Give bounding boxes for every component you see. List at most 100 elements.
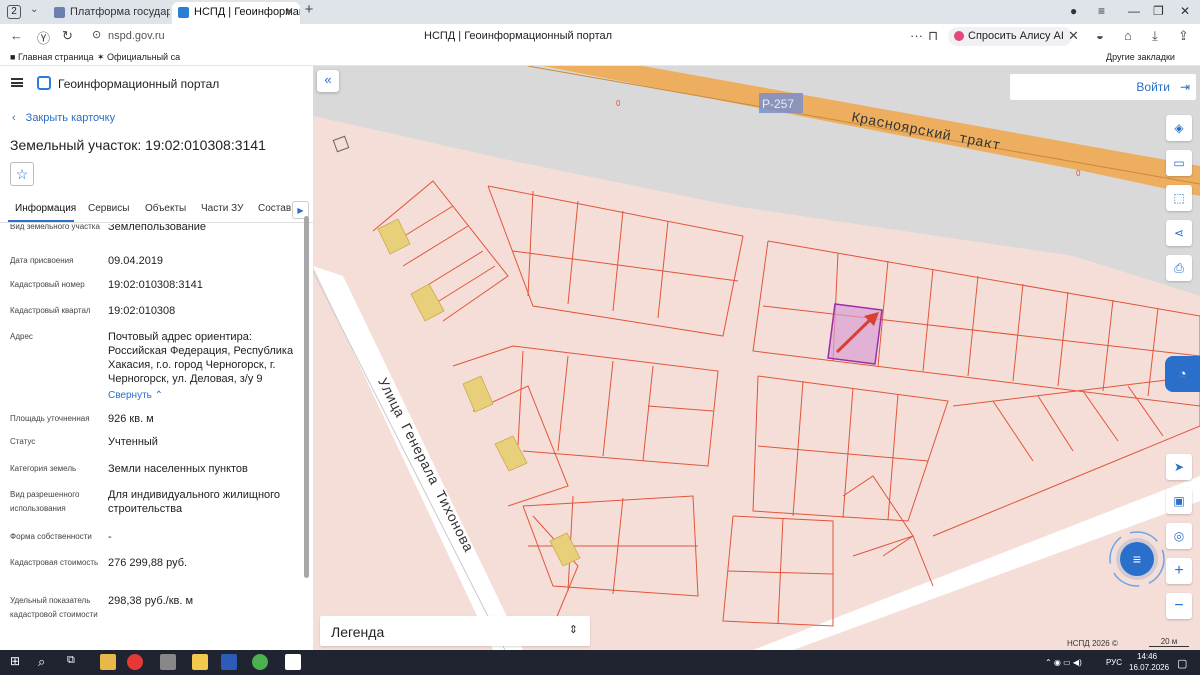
login-button[interactable]: Войти ⇥ — [1010, 74, 1196, 100]
share-button[interactable]: ⋖ — [1166, 220, 1192, 246]
bookmark-icon[interactable]: ⊓ — [928, 28, 938, 44]
property-value: Почтовый адрес ориентира: Российская Фед… — [108, 331, 294, 385]
notes-icon[interactable] — [192, 654, 208, 670]
address-bar: ← Ⓨ ↻ ⊙ nspd.gov.ru НСПД | Геоинформацио… — [0, 24, 1200, 48]
tab-objects[interactable]: Объекты — [145, 203, 186, 214]
document-icon[interactable] — [285, 654, 301, 670]
zoom-out-button[interactable]: − — [1166, 593, 1192, 619]
language-indicator[interactable]: РУС — [1106, 658, 1122, 667]
browser-tab-gosuslugi[interactable]: Платформа государствен — [48, 2, 170, 24]
parcel-marker-label: 0 — [616, 99, 621, 108]
tab-services[interactable]: Сервисы — [88, 203, 129, 214]
layers-button[interactable]: ◈ — [1166, 115, 1192, 141]
windows-start-icon[interactable]: ⊞ — [10, 654, 26, 670]
property-value: 926 кв. м — [108, 413, 154, 425]
tab-information[interactable]: Информация — [15, 203, 76, 214]
close-card-link[interactable]: ‹ Закрыть карточку — [12, 112, 125, 124]
legend-dropdown[interactable]: Легенда ⇕ — [320, 616, 590, 646]
clock-time[interactable]: 14:46 — [1137, 652, 1157, 661]
file-explorer-icon[interactable] — [100, 654, 116, 670]
map-canvas[interactable]: Р-257 Красноярский тракт Улица Генерала … — [313, 66, 1200, 650]
extension-icon[interactable]: ✕ — [1068, 28, 1079, 44]
download-icon[interactable]: ◒ — [1096, 28, 1104, 43]
tab-count-badge[interactable]: 2 — [7, 5, 21, 19]
property-value: 09.04.2019 — [108, 255, 164, 267]
downloads-icon[interactable]: ⤓ — [1152, 28, 1158, 44]
minimize-icon[interactable]: — — [1128, 4, 1140, 18]
notifications-icon[interactable]: ▢ — [1177, 657, 1187, 670]
panel-tabs: Информация Сервисы Объекты Части ЗУ Сост… — [0, 198, 313, 223]
ask-alice-button[interactable]: Спросить Алису AI — [948, 27, 1072, 46]
menu-icon[interactable]: ≡ — [1098, 4, 1105, 18]
map-view[interactable]: Р-257 Красноярский тракт Улица Генерала … — [313, 66, 1200, 650]
login-icon: ⇥ — [1179, 80, 1190, 94]
restore-icon[interactable]: ❐ — [1153, 4, 1164, 18]
bookmark-official[interactable]: ✶ Официальный са — [97, 52, 180, 63]
panel-scrollbar[interactable] — [304, 216, 309, 578]
word-icon[interactable] — [221, 654, 237, 670]
hamburger-menu-icon[interactable] — [11, 78, 23, 87]
side-panel-toggle[interactable]: ◔ — [1165, 356, 1200, 392]
profile-icon[interactable]: ● — [1070, 4, 1077, 18]
parcel-title: Земельный участок: 19:02:010308:3141 — [10, 137, 266, 153]
tab-parts[interactable]: Части ЗУ — [201, 203, 243, 214]
chevron-up-icon: ⌃ — [154, 390, 164, 401]
clock-date[interactable]: 16.07.2026 — [1129, 663, 1169, 672]
property-value: 298,38 руб./кв. м — [108, 595, 194, 607]
share-icon[interactable]: ⇪ — [1178, 28, 1189, 44]
portal-logo-icon — [37, 76, 51, 90]
collapse-panel-button[interactable]: « — [317, 70, 339, 92]
info-panel: Геоинформационный портал ‹ Закрыть карточ… — [0, 66, 313, 650]
parcel-marker-label: 0 — [1076, 169, 1081, 178]
puzzle-icon[interactable]: ⌂ — [1124, 28, 1132, 43]
other-bookmarks[interactable]: Другие закладки — [1106, 52, 1175, 62]
chevron-left-icon: ‹ — [12, 112, 16, 124]
locate-button[interactable]: ➤ — [1166, 454, 1192, 480]
bookmark-home[interactable]: ■ Главная страница — [10, 52, 93, 62]
print-button[interactable]: ⎙ — [1166, 255, 1192, 281]
url-field[interactable]: nspd.gov.ru — [108, 30, 165, 42]
property-label: Кадастровый квартал — [10, 306, 91, 315]
more-icon[interactable]: ··· — [910, 28, 923, 43]
task-view-icon[interactable]: ⧉ — [67, 654, 83, 670]
favorite-star-button[interactable]: ☆ — [10, 162, 34, 186]
back-icon[interactable]: ← — [10, 28, 23, 43]
ruler-button[interactable]: ▭ — [1166, 150, 1192, 176]
property-label: Удельный показатель кадастровой стоимост… — [10, 596, 98, 619]
tab-composition[interactable]: Состав — [258, 203, 291, 214]
chat-button[interactable]: ≡ — [1120, 542, 1154, 576]
property-value: Для индивидуального жилищного строительс… — [108, 489, 281, 515]
coat-of-arms-icon — [54, 7, 65, 18]
minimap-button[interactable]: ▣ — [1166, 488, 1192, 514]
app-icon[interactable] — [160, 654, 176, 670]
property-label: Категория земель — [10, 464, 77, 473]
windows-taskbar: ⊞ ⌕ ⧉ ⌃ ◉ ▭ ◀) РУС 14:46 16.07.2026 ▢ — [0, 650, 1200, 675]
property-value: 276 299,88 руб. — [108, 557, 188, 569]
property-value: 19:02:010308:3141 — [108, 279, 203, 291]
active-tab-indicator — [8, 220, 74, 222]
chrome-icon[interactable] — [252, 654, 268, 670]
property-label: Форма собственности — [10, 532, 92, 541]
yandex-browser-icon[interactable] — [127, 654, 143, 670]
refresh-icon[interactable]: ↻ — [62, 28, 73, 44]
zoom-in-button[interactable]: + — [1166, 558, 1192, 584]
property-label: Вид разрешенного использования — [10, 490, 80, 513]
close-tab-icon[interactable]: ✕ — [285, 5, 294, 18]
search-icon[interactable]: ⌕ — [38, 654, 54, 670]
tray-icons[interactable]: ⌃ ◉ ▭ ◀) — [1045, 658, 1082, 667]
browser-tab-nspd[interactable]: НСПД | Геоинформацио ✕ — [172, 2, 300, 24]
property-value: Землепользование — [108, 224, 207, 233]
chevron-down-icon[interactable]: ⌄ — [30, 4, 38, 15]
new-tab-button[interactable]: + — [302, 2, 316, 17]
close-window-icon[interactable]: ✕ — [1180, 4, 1190, 18]
geolocation-button[interactable]: ◎ — [1166, 523, 1192, 549]
updown-chevron-icon: ⇕ — [568, 624, 578, 636]
map-credit: НСПД 2026 © — [1067, 639, 1118, 648]
yandex-icon[interactable]: Ⓨ — [37, 28, 50, 47]
portal-title: Геоинформационный портал — [58, 77, 220, 91]
tab-label: Платформа государствен — [70, 6, 170, 18]
collapse-address-link[interactable]: Свернуть ⌃ — [108, 390, 163, 401]
property-label: Дата присвоения — [10, 256, 74, 265]
property-label: Площадь уточненная — [10, 414, 90, 423]
area-select-button[interactable]: ⬚ — [1166, 185, 1192, 211]
